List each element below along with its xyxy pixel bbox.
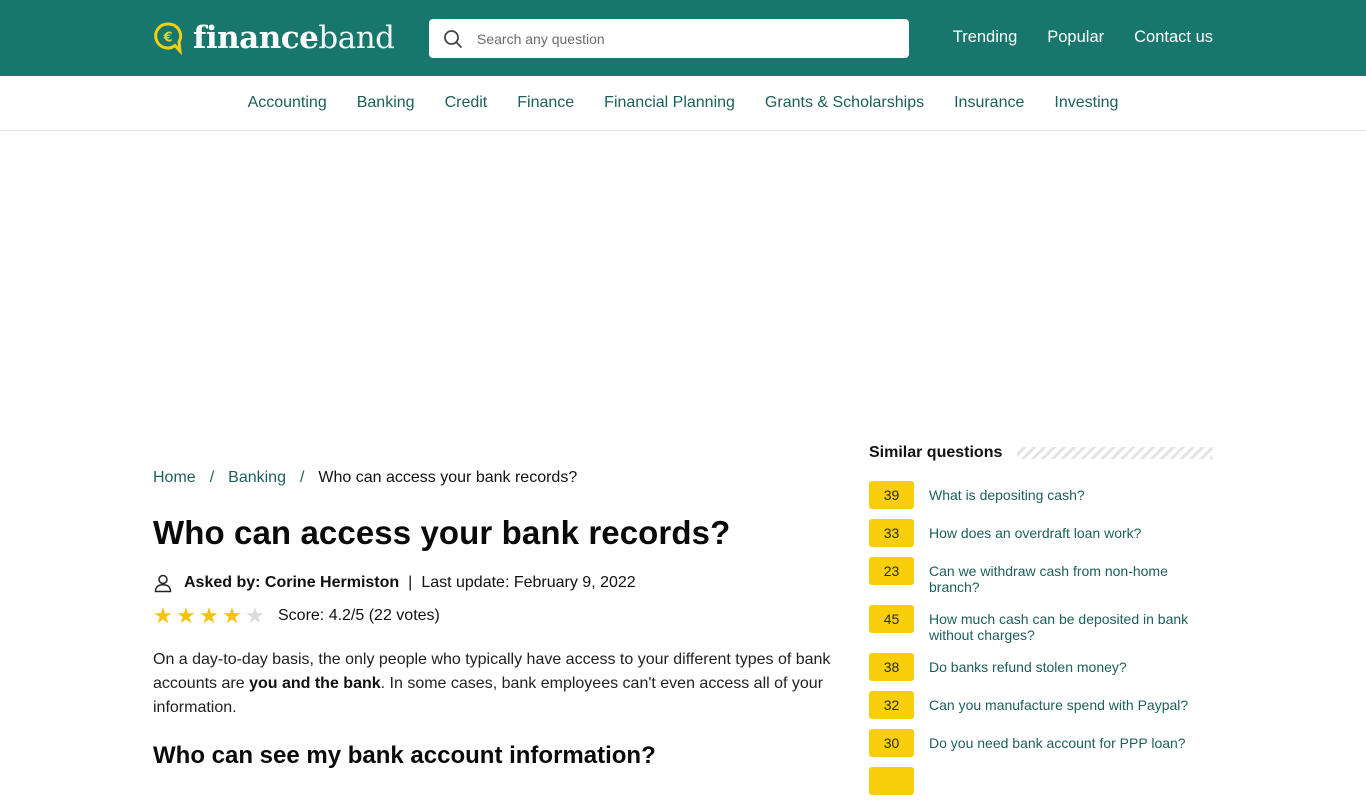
category-grants-scholarships[interactable]: Grants & Scholarships	[765, 94, 924, 112]
last-update: Last update: February 9, 2022	[421, 574, 636, 591]
section-heading: Who can see my bank account information?	[153, 742, 656, 769]
breadcrumb-separator: /	[209, 469, 215, 486]
nav-popular[interactable]: Popular	[1047, 28, 1104, 47]
similar-questions-list: 39 What is depositing cash? 33 How does an…	[869, 481, 1213, 795]
logo-text-light: band	[318, 20, 395, 56]
svg-text:€: €	[162, 31, 172, 46]
similar-questions-header: Similar questions	[869, 443, 1213, 463]
answer-paragraph: On a day-to-day basis, the only people w…	[153, 648, 833, 720]
category-finance[interactable]: Finance	[517, 94, 574, 112]
star-icon[interactable]: ★	[222, 605, 242, 627]
star-icon[interactable]: ★	[245, 605, 265, 627]
star-icon[interactable]: ★	[153, 605, 173, 627]
count-badge: 30	[869, 729, 914, 757]
count-badge: 32	[869, 691, 914, 719]
category-investing[interactable]: Investing	[1054, 94, 1118, 112]
star-icon[interactable]: ★	[199, 605, 219, 627]
breadcrumb-banking[interactable]: Banking	[228, 469, 286, 487]
article-meta: Asked by: Corine Hermiston | Last update…	[153, 573, 636, 593]
star-icon[interactable]: ★	[176, 605, 196, 627]
question-link[interactable]: Do banks refund stolen money?	[929, 653, 1209, 675]
list-item[interactable]: 32 Can you manufacture spend with Paypal?	[869, 691, 1213, 719]
search-input[interactable]	[477, 30, 897, 47]
question-link[interactable]: Can you manufacture spend with Paypal?	[929, 691, 1209, 713]
category-credit[interactable]: Credit	[445, 94, 488, 112]
count-badge: 38	[869, 653, 914, 681]
meta-divider: |	[408, 574, 413, 591]
list-item[interactable]: 30 Do you need bank account for PPP loan?	[869, 729, 1213, 757]
question-link[interactable]: How does an overdraft loan work?	[929, 519, 1209, 541]
count-badge: 33	[869, 519, 914, 547]
rating-score: Score: 4.2/5 (22 votes)	[278, 607, 440, 624]
page-title: Who can access your bank records?	[153, 514, 731, 551]
breadcrumb-separator: /	[299, 469, 305, 486]
star-rating: ★ ★ ★ ★ ★ Score: 4.2/5 (22 votes)	[153, 605, 440, 627]
question-link[interactable]: Do you need bank account for PPP loan?	[929, 729, 1209, 751]
site-logo[interactable]: € financeband	[153, 20, 395, 56]
euro-speech-bubble-icon: €	[154, 22, 183, 55]
list-item[interactable]: 39 What is depositing cash?	[869, 481, 1213, 509]
count-badge	[869, 767, 914, 795]
category-financial-planning[interactable]: Financial Planning	[604, 94, 735, 112]
similar-questions-title: Similar questions	[869, 444, 1003, 461]
search-box[interactable]	[429, 19, 909, 58]
count-badge: 23	[869, 557, 914, 585]
category-nav: Accounting Banking Credit Finance Financ…	[0, 76, 1366, 131]
count-badge: 45	[869, 605, 914, 633]
decorative-stripes	[1017, 447, 1213, 459]
breadcrumb: Home / Banking / Who can access your ban…	[153, 469, 577, 487]
nav-contact-us[interactable]: Contact us	[1134, 28, 1213, 47]
question-link[interactable]: How much cash can be deposited in bank w…	[929, 605, 1209, 643]
category-accounting[interactable]: Accounting	[248, 94, 327, 112]
similar-questions: Similar questions 39 What is depositing c…	[869, 443, 1213, 805]
category-insurance[interactable]: Insurance	[954, 94, 1024, 112]
logo-text: financeband	[193, 20, 395, 56]
list-item[interactable]	[869, 767, 1213, 795]
list-item[interactable]: 33 How does an overdraft loan work?	[869, 519, 1213, 547]
breadcrumb-current: Who can access your bank records?	[318, 469, 578, 486]
breadcrumb-home[interactable]: Home	[153, 469, 196, 487]
count-badge: 39	[869, 481, 914, 509]
question-link[interactable]: Can we withdraw cash from non-home branc…	[929, 557, 1209, 595]
nav-trending[interactable]: Trending	[953, 28, 1018, 47]
list-item[interactable]: 38 Do banks refund stolen money?	[869, 653, 1213, 681]
top-nav: Trending Popular Contact us	[953, 28, 1213, 47]
user-icon	[154, 574, 172, 593]
paragraph-highlight: you and the bank	[249, 675, 381, 692]
logo-text-bold: finance	[193, 20, 319, 56]
question-link[interactable]: What is depositing cash?	[929, 481, 1209, 503]
list-item[interactable]: 45 How much cash can be deposited in bank…	[869, 605, 1213, 643]
top-header: € financeband Trending Popular Contact u…	[0, 0, 1366, 76]
search-icon[interactable]	[443, 29, 463, 49]
list-item[interactable]: 23 Can we withdraw cash from non-home bra…	[869, 557, 1213, 595]
category-banking[interactable]: Banking	[357, 94, 415, 112]
asked-by: Asked by: Corine Hermiston	[184, 574, 400, 591]
